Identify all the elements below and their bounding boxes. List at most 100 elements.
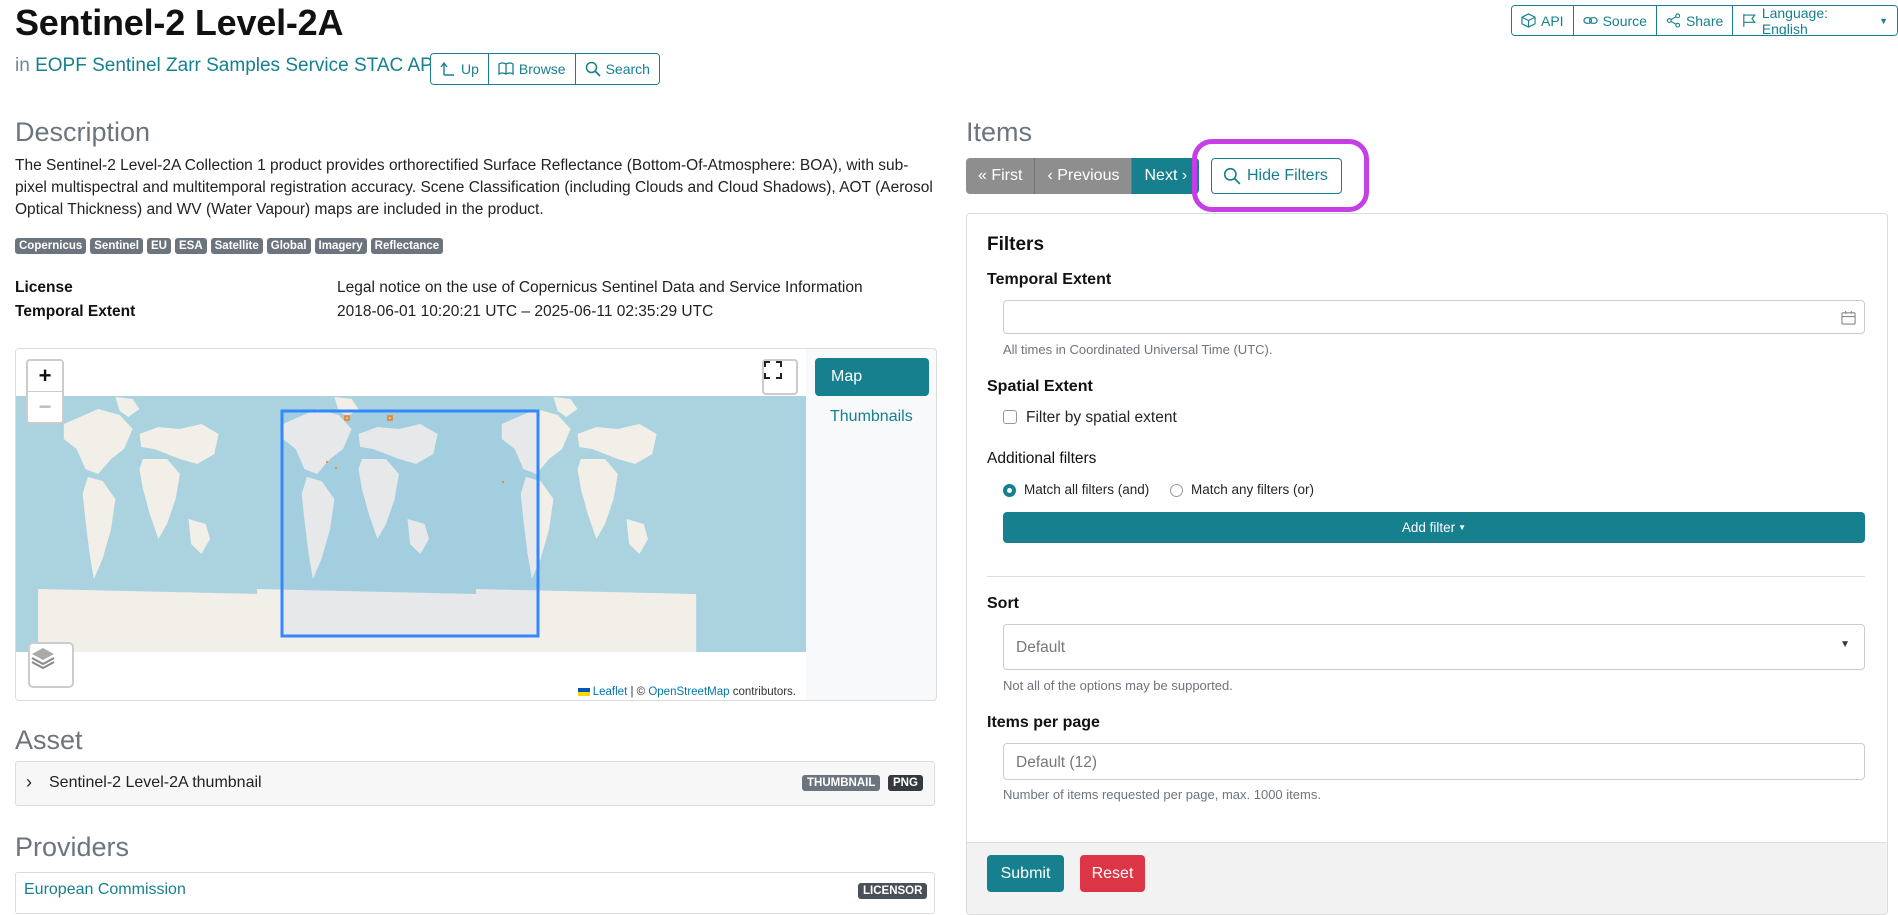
map-view-tab[interactable]: Map (815, 358, 929, 396)
search-label: Search (605, 61, 650, 77)
chevron-right-icon: › (26, 772, 32, 792)
items-per-page-label: Items per page (987, 714, 1100, 731)
sort-select[interactable]: Default ▼ (1003, 624, 1865, 670)
asset-name: Sentinel-2 Level-2A thumbnail (49, 774, 262, 791)
keyword-badge: Imagery (314, 238, 367, 254)
map-viewport[interactable]: + − Leaflet | © OpenStreetMap contributo… (16, 349, 806, 700)
keyword-badge: Copernicus (15, 238, 87, 254)
language-dropdown[interactable]: Language: English ▼ (1733, 6, 1897, 35)
temporal-hint: All times in Coordinated Universal Time … (1003, 342, 1273, 357)
additional-filters-label: Additional filters (987, 450, 1097, 467)
fullscreen-icon (764, 361, 782, 379)
layers-button[interactable] (28, 642, 74, 688)
up-label: Up (461, 61, 479, 77)
keyword-badge: EU (147, 238, 171, 254)
provider-link[interactable]: European Commission (24, 881, 186, 899)
divider (987, 576, 1865, 577)
top-right-button-group: API Source Share Language: English ▼ (1511, 5, 1898, 36)
provider-role-badge: LICENSOR (858, 883, 928, 899)
filters-card: Filters Temporal Extent All times in Coo… (966, 213, 1888, 915)
browse-button[interactable]: Browse (488, 54, 576, 84)
in-prefix: in (15, 55, 30, 76)
license-label: License (15, 279, 73, 296)
osm-link[interactable]: OpenStreetMap (648, 686, 729, 698)
match-all-radio[interactable] (1003, 484, 1016, 497)
map-attribution: Leaflet | © OpenStreetMap contributors. (573, 686, 800, 698)
browse-label: Browse (518, 61, 566, 77)
asset-type-badge: PNG (888, 775, 923, 791)
attribution-separator: | © (630, 686, 646, 698)
arrow-up-icon (440, 61, 454, 76)
api-button[interactable]: API (1512, 6, 1574, 35)
spatial-filter-checkbox-label: Filter by spatial extent (1026, 409, 1177, 426)
share-button[interactable]: Share (1656, 6, 1734, 35)
keyword-list: Copernicus Sentinel EU ESA Satellite Global Im… (15, 238, 444, 254)
items-per-page-placeholder: Default (12) (1016, 754, 1097, 771)
caret-down-icon: ▼ (1840, 639, 1850, 650)
temporal-extent-label: Temporal Extent (15, 303, 136, 320)
parent-catalog: in EOPF Sentinel Zarr Samples Service ST… (15, 55, 438, 77)
source-label: Source (1602, 12, 1647, 29)
leaflet-link[interactable]: Leaflet (593, 686, 628, 698)
keyword-badge: ESA (174, 238, 207, 254)
calendar-icon (1841, 310, 1856, 325)
match-any-label: Match any filters (or) (1191, 482, 1315, 497)
pagination: « First ‹ Previous Next › (966, 158, 1200, 194)
search-icon (585, 61, 601, 77)
search-button[interactable]: Search (575, 54, 659, 84)
keyword-badge: Satellite (210, 238, 263, 254)
submit-button[interactable]: Submit (987, 855, 1064, 892)
zoom-in-button[interactable]: + (28, 361, 62, 392)
zoom-control: + − (26, 359, 64, 424)
caret-down-icon: ▼ (1879, 15, 1888, 26)
box-icon (1521, 13, 1536, 28)
keyword-badge: Reflectance (370, 238, 444, 254)
sort-selected-value: Default (1016, 639, 1066, 656)
temporal-extent-value: 2018-06-01 10:20:21 UTC – 2025-06-11 02:… (337, 303, 714, 320)
zoom-out-button[interactable]: − (28, 392, 62, 422)
filters-title: Filters (987, 234, 1045, 255)
thumbnails-view-tab[interactable]: Thumbnails (830, 408, 913, 426)
description-heading: Description (15, 117, 151, 147)
language-label: Language: English (1761, 5, 1828, 36)
fullscreen-button[interactable] (762, 359, 798, 395)
asset-item[interactable]: › Sentinel-2 Level-2A thumbnail THUMBNAI… (15, 761, 935, 806)
book-icon (498, 62, 514, 76)
items-per-page-hint: Number of items requested per page, max.… (1003, 787, 1321, 802)
asset-role-badge: THUMBNAIL (802, 775, 881, 791)
filters-footer: Submit Reset (967, 842, 1887, 914)
next-page-button[interactable]: Next › (1132, 158, 1200, 194)
world-map (16, 349, 806, 700)
up-button[interactable]: Up (431, 54, 489, 84)
caret-down-icon: ▼ (1458, 523, 1467, 532)
ukraine-flag-icon (577, 687, 590, 696)
keyword-badge: Global (266, 238, 311, 254)
temporal-filter-label: Temporal Extent (987, 271, 1112, 288)
sort-hint: Not all of the options may be supported. (1003, 678, 1233, 693)
license-link[interactable]: Legal notice on the use of Copernicus Se… (337, 279, 863, 297)
attribution-suffix: contributors. (732, 686, 796, 698)
parent-catalog-link[interactable]: EOPF Sentinel Zarr Samples Service STAC … (35, 55, 438, 76)
source-button[interactable]: Source (1573, 6, 1657, 35)
add-filter-button[interactable]: Add filter ▼ (1003, 512, 1865, 543)
sort-label: Sort (987, 595, 1019, 612)
link-icon (1582, 17, 1598, 24)
previous-page-button[interactable]: ‹ Previous (1035, 158, 1133, 194)
items-per-page-input[interactable]: Default (12) (1003, 743, 1865, 780)
spatial-filter-checkbox[interactable] (1003, 410, 1017, 424)
share-label: Share (1685, 12, 1724, 29)
navigation-button-group: Up Browse Search (430, 53, 660, 85)
api-label: API (1541, 12, 1564, 29)
share-icon (1666, 13, 1681, 28)
spatial-filter-label: Spatial Extent (987, 378, 1093, 395)
reset-button[interactable]: Reset (1080, 855, 1145, 892)
first-page-button[interactable]: « First (966, 158, 1036, 194)
match-any-radio[interactable] (1170, 484, 1183, 497)
map-card: + − Leaflet | © OpenStreetMap contributo… (15, 348, 937, 701)
keyword-badge: Sentinel (90, 238, 143, 254)
add-filter-label: Add filter (1401, 520, 1456, 535)
providers-heading: Providers (15, 832, 130, 862)
description-text: The Sentinel-2 Level-2A Collection 1 pro… (15, 157, 933, 218)
temporal-extent-input[interactable] (1003, 300, 1865, 334)
match-all-label: Match all filters (and) (1024, 482, 1150, 497)
